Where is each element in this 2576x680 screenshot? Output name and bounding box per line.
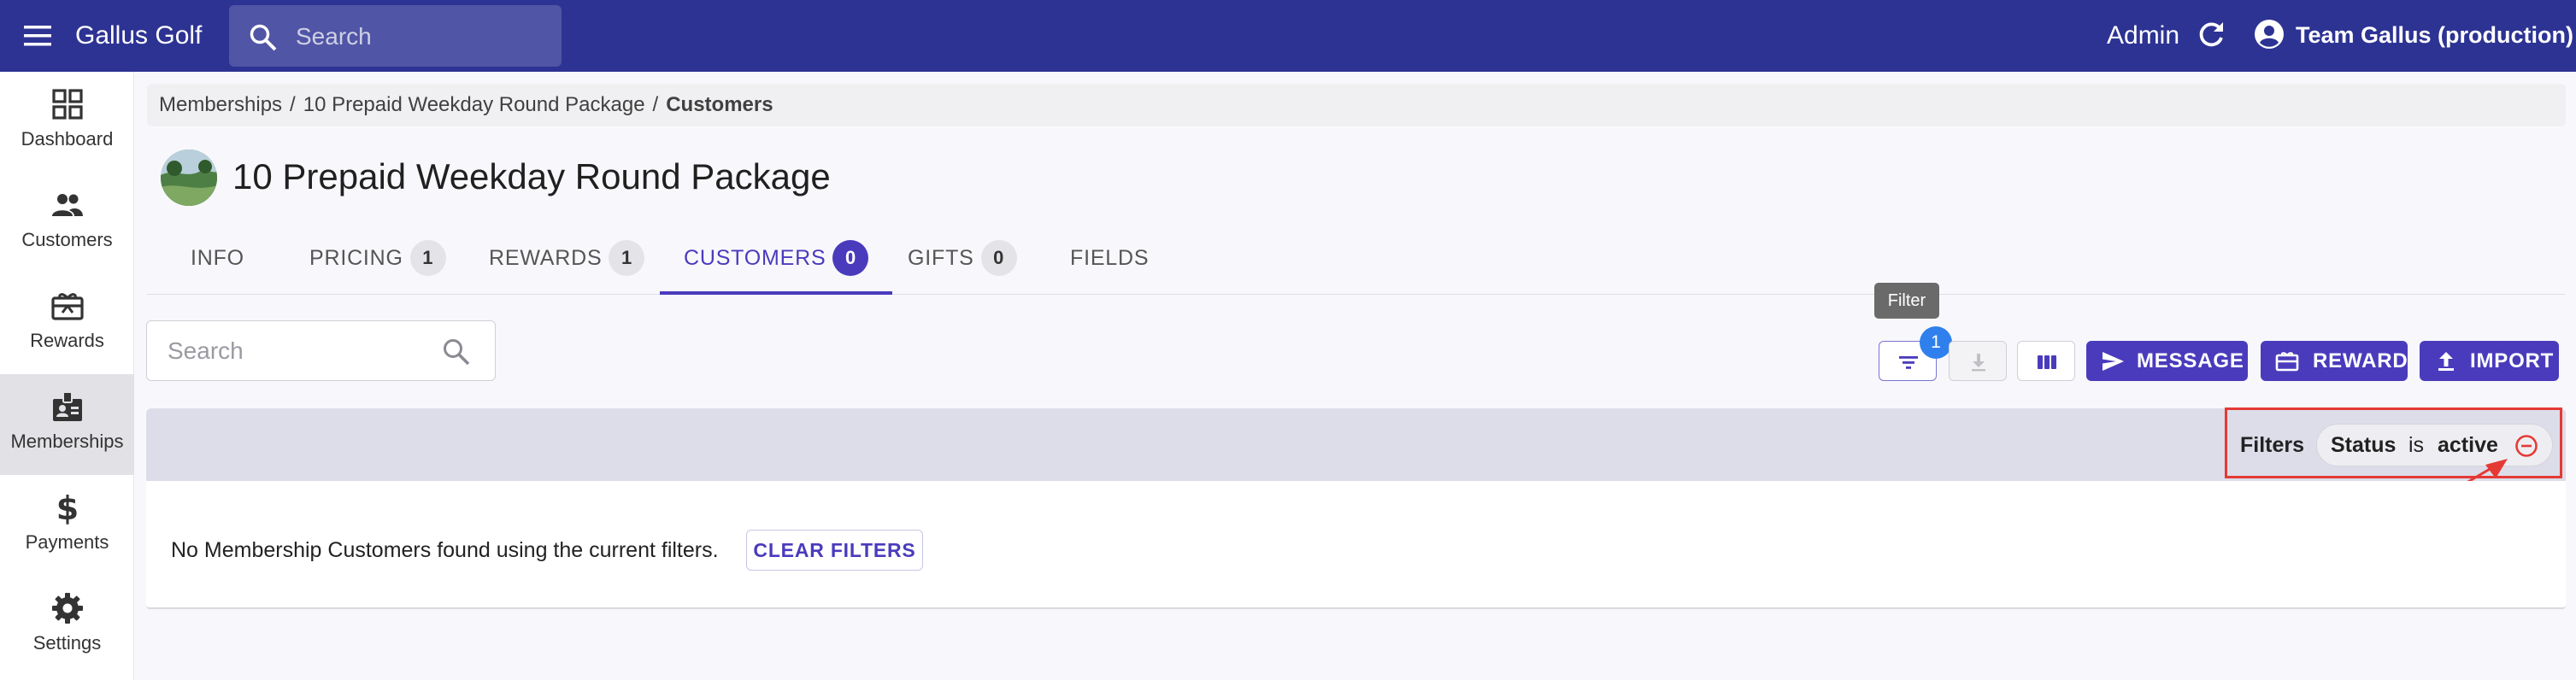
- account-circle-icon[interactable]: [2254, 19, 2285, 50]
- tab-label: GIFTS: [908, 246, 974, 271]
- tab-count-badge: 1: [609, 240, 645, 277]
- reward-button[interactable]: REWARD: [2261, 341, 2408, 381]
- sidebar-item-label: Rewards: [30, 330, 104, 351]
- gear-icon: [52, 593, 83, 624]
- sidebar-item-customers[interactable]: Customers: [0, 173, 134, 273]
- golf-course-image: [161, 149, 217, 206]
- tab-count-badge: 0: [832, 240, 869, 277]
- team-selector[interactable]: Team Gallus (production): [2296, 19, 2573, 51]
- filter-chip-field: Status: [2331, 433, 2397, 457]
- customer-search-input[interactable]: [168, 335, 424, 367]
- tab-label: INFO: [191, 246, 244, 271]
- badge-icon: [53, 391, 82, 421]
- dollar-icon: $: [56, 490, 79, 525]
- import-button[interactable]: IMPORT: [2420, 341, 2559, 381]
- remove-filter-icon[interactable]: [2514, 433, 2539, 459]
- import-button-label: IMPORT: [2470, 349, 2555, 372]
- sidebar-item-label: Settings: [32, 632, 102, 654]
- filter-list-icon: [1899, 356, 1918, 369]
- gift-card-icon: [2275, 352, 2299, 372]
- tab-pricing[interactable]: PRICING 1: [309, 231, 446, 294]
- filter-chip-status[interactable]: Status is active: [2316, 424, 2553, 466]
- filters-label: Filters: [2240, 433, 2305, 457]
- sidebar-item-label: Dashboard: [21, 128, 114, 149]
- send-icon: [2103, 352, 2124, 371]
- columns-button[interactable]: [2017, 341, 2075, 381]
- tab-info[interactable]: INFO: [191, 231, 244, 294]
- tab-label: FIELDS: [1070, 246, 1150, 271]
- message-button-label: MESSAGE: [2137, 349, 2244, 372]
- clear-filters-button[interactable]: CLEAR FILTERS: [746, 530, 923, 571]
- message-button[interactable]: MESSAGE: [2086, 341, 2248, 381]
- tab-label: PRICING: [309, 246, 403, 271]
- tab-rewards[interactable]: REWARDS 1: [489, 231, 645, 294]
- svg-text:$: $: [56, 490, 79, 525]
- tab-customers[interactable]: CUSTOMERS 0: [660, 231, 893, 295]
- people-icon: [52, 194, 83, 216]
- breadcrumb-current: Customers: [666, 93, 773, 116]
- sidebar-item-label: Memberships: [10, 431, 124, 452]
- side-navigation: Dashboard Customers Rewards Memberships: [0, 72, 134, 680]
- sidebar-item-dashboard[interactable]: Dashboard: [0, 72, 134, 173]
- tab-label: CUSTOMERS: [684, 246, 826, 271]
- download-icon: [1972, 354, 1985, 372]
- filter-count-badge: 1: [1920, 326, 1952, 359]
- app-bar: Gallus Golf Admin Team Gallus (productio…: [0, 0, 2576, 72]
- breadcrumb-link-memberships[interactable]: Memberships: [159, 93, 282, 116]
- sidebar-item-memberships[interactable]: Memberships: [0, 374, 134, 475]
- sidebar-item-settings[interactable]: Settings: [0, 576, 134, 677]
- filter-chip-operator: is: [2408, 433, 2425, 457]
- search-icon: [444, 339, 470, 366]
- view-column-icon: [2038, 355, 2056, 369]
- customer-search[interactable]: [146, 320, 496, 381]
- reward-button-label: REWARD: [2313, 349, 2408, 372]
- filter-tooltip: Filter: [1874, 283, 1939, 319]
- membership-avatar: [161, 149, 217, 206]
- breadcrumb-separator: /: [652, 93, 659, 116]
- breadcrumb-link-package[interactable]: 10 Prepaid Weekday Round Package: [303, 93, 645, 116]
- search-icon: [250, 24, 277, 51]
- tab-gifts[interactable]: GIFTS 0: [908, 231, 1017, 294]
- global-search[interactable]: [229, 5, 562, 67]
- breadcrumb: Memberships / 10 Prepaid Weekday Round Pac…: [147, 84, 2566, 126]
- dashboard-icon: [52, 89, 83, 120]
- tab-fields[interactable]: FIELDS: [1070, 231, 1149, 294]
- gift-card-icon: [51, 293, 84, 320]
- refresh-icon[interactable]: [2195, 19, 2227, 51]
- sidebar-item-label: Customers: [21, 229, 113, 250]
- sidebar-item-rewards[interactable]: Rewards: [0, 273, 134, 374]
- upload-icon: [2438, 352, 2454, 371]
- empty-state-message: No Membership Customers found using the …: [171, 538, 719, 562]
- menu-icon[interactable]: [22, 22, 53, 50]
- sidebar-item-payments[interactable]: $ Payments: [0, 475, 134, 576]
- tab-label: REWARDS: [489, 246, 603, 271]
- tab-bar: INFO PRICING 1 REWARDS 1 CUSTOMERS 0 GIFTS 0…: [147, 231, 2566, 295]
- app-brand[interactable]: Gallus Golf: [75, 18, 202, 54]
- tab-count-badge: 0: [980, 240, 1017, 277]
- global-search-input[interactable]: [296, 21, 544, 53]
- tab-count-badge: 1: [409, 240, 446, 277]
- download-button[interactable]: [1949, 341, 2007, 381]
- admin-link[interactable]: Admin: [2107, 18, 2179, 54]
- breadcrumb-separator: /: [290, 93, 296, 116]
- filter-bar: [146, 408, 2566, 481]
- filter-chip-value: active: [2438, 433, 2498, 457]
- sidebar-item-label: Payments: [25, 531, 109, 553]
- page-title: 10 Prepaid Weekday Round Package: [232, 156, 831, 196]
